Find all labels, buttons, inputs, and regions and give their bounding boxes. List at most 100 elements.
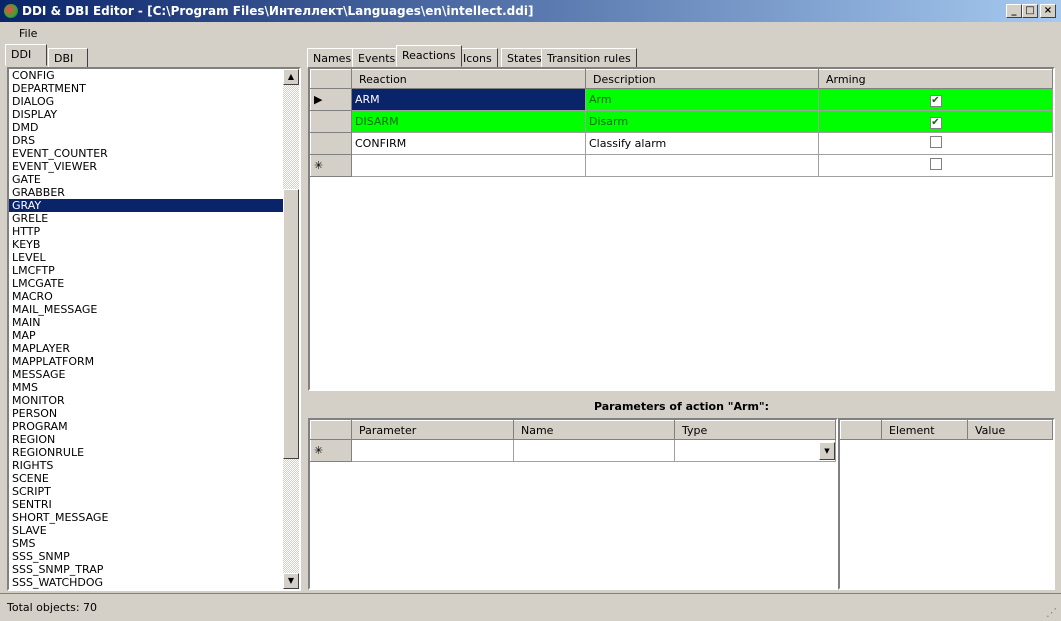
arming-cell[interactable]: ✔ bbox=[818, 88, 1053, 111]
list-item[interactable]: MAIN bbox=[9, 316, 283, 329]
maximize-button[interactable]: □ bbox=[1022, 4, 1038, 18]
close-button[interactable]: × bbox=[1040, 4, 1056, 18]
list-item[interactable]: DMD bbox=[9, 121, 283, 134]
list-item[interactable]: DRS bbox=[9, 134, 283, 147]
list-item[interactable]: DISPLAY bbox=[9, 108, 283, 121]
column-header-value[interactable]: Value bbox=[967, 420, 1053, 440]
new-reaction-cell[interactable] bbox=[351, 154, 586, 177]
list-item[interactable]: SLAVE bbox=[9, 524, 283, 537]
new-description-cell[interactable] bbox=[585, 154, 819, 177]
arming-checkbox[interactable]: ✔ bbox=[929, 94, 942, 107]
list-item[interactable]: MAP bbox=[9, 329, 283, 342]
description-cell[interactable]: Arm bbox=[585, 88, 819, 111]
row-selector[interactable]: ▶ bbox=[310, 88, 352, 111]
list-item[interactable]: SHORT_MESSAGE bbox=[9, 511, 283, 524]
vertical-scrollbar[interactable]: ▲ ▼ bbox=[283, 69, 299, 589]
tab-reactions[interactable]: Reactions bbox=[396, 45, 462, 67]
list-item[interactable]: GATE bbox=[9, 173, 283, 186]
column-header-name[interactable]: Name bbox=[513, 420, 675, 440]
list-item[interactable]: SENTRI bbox=[9, 498, 283, 511]
new-arming-cell[interactable] bbox=[818, 154, 1053, 177]
row-selector[interactable] bbox=[310, 110, 352, 133]
list-item[interactable]: MAIL_MESSAGE bbox=[9, 303, 283, 316]
list-item[interactable]: MMS bbox=[9, 381, 283, 394]
list-item[interactable]: SSS_SNMP_TRAP bbox=[9, 563, 283, 576]
column-header-reaction[interactable]: Reaction bbox=[351, 69, 586, 89]
new-row[interactable]: ✳ ▼ bbox=[310, 439, 836, 462]
column-header-parameter[interactable]: Parameter bbox=[351, 420, 514, 440]
new-row-icon: ✳ bbox=[310, 154, 352, 177]
row-selector[interactable] bbox=[310, 132, 352, 155]
tab-events[interactable]: Events bbox=[352, 48, 402, 68]
list-item[interactable]: DEPARTMENT bbox=[9, 82, 283, 95]
reaction-cell[interactable]: CONFIRM bbox=[351, 132, 586, 155]
list-item[interactable]: MACRO bbox=[9, 290, 283, 303]
scroll-thumb[interactable] bbox=[283, 189, 299, 459]
list-item[interactable]: LEVEL bbox=[9, 251, 283, 264]
row-header-corner bbox=[310, 69, 352, 89]
list-item[interactable]: SCENE bbox=[9, 472, 283, 485]
resize-grip-icon[interactable]: ⋰ bbox=[1046, 606, 1057, 619]
checkbox[interactable] bbox=[929, 158, 942, 170]
object-list[interactable]: CONFIG DEPARTMENT DIALOG DISPLAY DMD DRS EVENT… bbox=[7, 67, 301, 591]
list-item[interactable]: SSS_SNMP bbox=[9, 550, 283, 563]
column-header-type[interactable]: Type bbox=[674, 420, 836, 440]
minimize-button[interactable]: _ bbox=[1006, 4, 1022, 18]
tab-icons[interactable]: Icons bbox=[457, 48, 498, 68]
column-header-arming[interactable]: Arming bbox=[818, 69, 1053, 89]
list-item[interactable]: LMCGATE bbox=[9, 277, 283, 290]
list-item[interactable]: GRELE bbox=[9, 212, 283, 225]
list-item[interactable]: GRABBER bbox=[9, 186, 283, 199]
list-item[interactable]: LMCFTP bbox=[9, 264, 283, 277]
list-item[interactable]: RIGHTS bbox=[9, 459, 283, 472]
table-row[interactable]: DISARM Disarm ✔ bbox=[310, 110, 1053, 133]
reaction-cell[interactable]: DISARM bbox=[351, 110, 586, 133]
tab-dbi[interactable]: DBI bbox=[48, 48, 88, 68]
list-item[interactable]: PROGRAM bbox=[9, 420, 283, 433]
tab-transition-rules[interactable]: Transition rules bbox=[541, 48, 637, 68]
menu-file[interactable]: File bbox=[19, 27, 37, 40]
menu-bar: File bbox=[0, 22, 1061, 44]
list-item[interactable]: EVENT_VIEWER bbox=[9, 160, 283, 173]
list-item[interactable]: GRAY bbox=[9, 199, 283, 212]
title-bar: DDI & DBI Editor - [C:\Program Files\Инт… bbox=[0, 0, 1061, 22]
dropdown-arrow-icon[interactable]: ▼ bbox=[819, 441, 835, 460]
list-item[interactable]: MAPLAYER bbox=[9, 342, 283, 355]
list-item[interactable]: KEYB bbox=[9, 238, 283, 251]
list-item[interactable]: PERSON bbox=[9, 407, 283, 420]
list-item[interactable]: SSS_WATCHDOG bbox=[9, 576, 283, 589]
scroll-down-button[interactable]: ▼ bbox=[283, 573, 299, 589]
list-item[interactable]: REGION bbox=[9, 433, 283, 446]
list-item[interactable]: MESSAGE bbox=[9, 368, 283, 381]
column-header-element[interactable]: Element bbox=[881, 420, 968, 440]
list-item[interactable]: MAPPLATFORM bbox=[9, 355, 283, 368]
list-item[interactable]: REGIONRULE bbox=[9, 446, 283, 459]
arming-cell[interactable]: ✔ bbox=[818, 110, 1053, 133]
type-cell[interactable]: ▼ bbox=[674, 439, 836, 462]
table-row[interactable]: CONFIRM Classify alarm bbox=[310, 132, 1053, 155]
list-item[interactable]: HTTP bbox=[9, 225, 283, 238]
arming-checkbox[interactable] bbox=[929, 136, 942, 148]
description-cell[interactable]: Classify alarm bbox=[585, 132, 819, 155]
description-cell[interactable]: Disarm bbox=[585, 110, 819, 133]
list-item[interactable]: DIALOG bbox=[9, 95, 283, 108]
arming-cell[interactable] bbox=[818, 132, 1053, 155]
table-row[interactable]: ▶ ARM Arm ✔ bbox=[310, 88, 1053, 111]
scroll-up-button[interactable]: ▲ bbox=[283, 69, 299, 85]
list-item[interactable]: SMS bbox=[9, 537, 283, 550]
tab-names[interactable]: Names bbox=[307, 48, 358, 68]
new-row[interactable]: ✳ bbox=[310, 154, 1053, 177]
parameter-cell[interactable] bbox=[351, 439, 514, 462]
reaction-cell[interactable]: ARM bbox=[351, 88, 586, 111]
app-logo-icon bbox=[4, 4, 18, 18]
list-item[interactable]: MONITOR bbox=[9, 394, 283, 407]
name-cell[interactable] bbox=[513, 439, 675, 462]
list-item[interactable]: EVENT_COUNTER bbox=[9, 147, 283, 160]
list-item[interactable]: CONFIG bbox=[9, 69, 283, 82]
new-row-icon: ✳ bbox=[310, 439, 352, 462]
column-header-description[interactable]: Description bbox=[585, 69, 819, 89]
arming-checkbox[interactable]: ✔ bbox=[929, 116, 942, 129]
reactions-grid: Reaction Description Arming ▶ ARM Arm ✔ DISA… bbox=[308, 67, 1055, 391]
tab-ddi[interactable]: DDI bbox=[5, 44, 47, 66]
list-item[interactable]: SCRIPT bbox=[9, 485, 283, 498]
